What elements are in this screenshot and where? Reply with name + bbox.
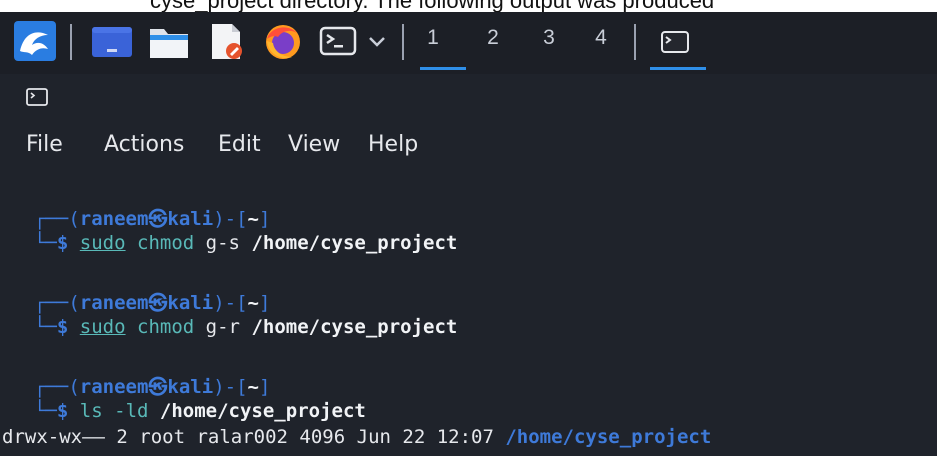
active-workspace-indicator <box>420 67 466 70</box>
menu-edit[interactable]: Edit <box>218 132 261 157</box>
prompt-frame: ] <box>258 292 271 314</box>
command-name: sudo <box>79 316 126 338</box>
command-name: sudo <box>79 232 126 254</box>
prompt-dollar: $ <box>56 316 69 338</box>
command-arg: g-s <box>205 232 240 254</box>
prompt-user: raneem <box>79 208 149 230</box>
command-target: /home/cyse_project <box>251 316 458 338</box>
panel-separator <box>70 24 72 60</box>
prompt-frame: ] <box>258 376 271 398</box>
workspace-1[interactable]: 1 <box>414 26 452 50</box>
prompt-line: ┌──(raneem㉿kali)-[~] <box>34 372 270 399</box>
menu-file[interactable]: File <box>26 132 63 157</box>
workspace-3[interactable]: 3 <box>530 26 568 50</box>
prompt-frame: └─ <box>34 316 57 338</box>
prompt-line: ┌──(raneem㉿kali)-[~] <box>34 204 270 231</box>
prompt-user: raneem <box>79 376 149 398</box>
desktop-icon[interactable] <box>90 21 134 61</box>
terminal-menubar: File Actions Edit View Help <box>0 128 937 168</box>
prompt-frame: )-[ <box>213 376 248 398</box>
workspace-4[interactable]: 4 <box>582 26 620 50</box>
output-permissions: drwx-wx—— <box>2 426 105 448</box>
prompt-host: kali <box>167 292 214 314</box>
command-line: └─$ sudo chmod g-r /home/cyse_project <box>34 316 457 338</box>
workspace-2[interactable]: 2 <box>474 26 512 50</box>
terminal-window-icon <box>26 88 48 106</box>
command-line: └─$ ls -ld /home/cyse_project <box>34 400 366 422</box>
command-target: /home/cyse_project <box>159 400 366 422</box>
prompt-host: kali <box>167 376 214 398</box>
prompt-user: raneem <box>79 292 149 314</box>
command-arg: chmod <box>137 232 195 254</box>
prompt-frame: └─ <box>34 232 57 254</box>
chevron-down-icon[interactable] <box>364 21 390 61</box>
command-target: /home/cyse_project <box>251 232 458 254</box>
prompt-at: ㉿ <box>148 376 168 398</box>
menu-actions[interactable]: Actions <box>104 132 184 157</box>
panel-separator <box>634 24 636 60</box>
firefox-icon[interactable] <box>262 21 304 61</box>
prompt-at: ㉿ <box>148 292 168 314</box>
prompt-dollar: $ <box>56 232 69 254</box>
terminal-icon[interactable] <box>318 21 358 61</box>
active-task-indicator <box>650 67 706 70</box>
prompt-path: ~ <box>247 376 259 398</box>
kali-dragon-icon[interactable] <box>14 21 56 61</box>
command-arg: -ld <box>114 400 149 422</box>
text-editor-icon[interactable] <box>206 21 246 61</box>
command-output: drwx-wx—— 2 root ralar002 4096 Jun 22 12… <box>2 426 711 448</box>
prompt-frame: ┌──( <box>34 376 80 398</box>
command-name: ls <box>79 400 103 422</box>
output-info: 2 root ralar002 4096 Jun 22 12:07 <box>116 426 494 448</box>
menu-help[interactable]: Help <box>368 132 418 157</box>
prompt-path: ~ <box>247 208 259 230</box>
prompt-frame: ┌──( <box>34 208 80 230</box>
command-arg: chmod <box>137 316 195 338</box>
prompt-at: ㉿ <box>148 208 168 230</box>
terminal-window: File Actions Edit View Help ┌──(raneem㉿k… <box>0 74 937 456</box>
taskbar-panel: 1 2 3 4 <box>0 12 937 74</box>
prompt-dollar: $ <box>56 400 69 422</box>
command-line: └─$ sudo chmod g-s /home/cyse_project <box>34 232 457 254</box>
prompt-frame: ] <box>258 208 271 230</box>
command-arg: g-r <box>205 316 240 338</box>
prompt-frame: )-[ <box>213 208 248 230</box>
menu-view[interactable]: View <box>288 132 340 157</box>
cropped-caption: cyse_project directory. The following ou… <box>0 0 937 12</box>
prompt-line: ┌──(raneem㉿kali)-[~] <box>34 288 270 315</box>
screenshot: cyse_project directory. The following ou… <box>0 0 937 456</box>
caption-text: cyse_project directory. The following ou… <box>150 0 714 12</box>
panel-separator <box>402 24 404 60</box>
file-manager-icon[interactable] <box>148 21 190 61</box>
prompt-frame: ┌──( <box>34 292 80 314</box>
output-path: /home/cyse_project <box>505 426 712 448</box>
prompt-host: kali <box>167 208 214 230</box>
active-terminal-icon[interactable] <box>656 21 696 61</box>
prompt-path: ~ <box>247 292 259 314</box>
prompt-frame: └─ <box>34 400 57 422</box>
prompt-frame: )-[ <box>213 292 248 314</box>
